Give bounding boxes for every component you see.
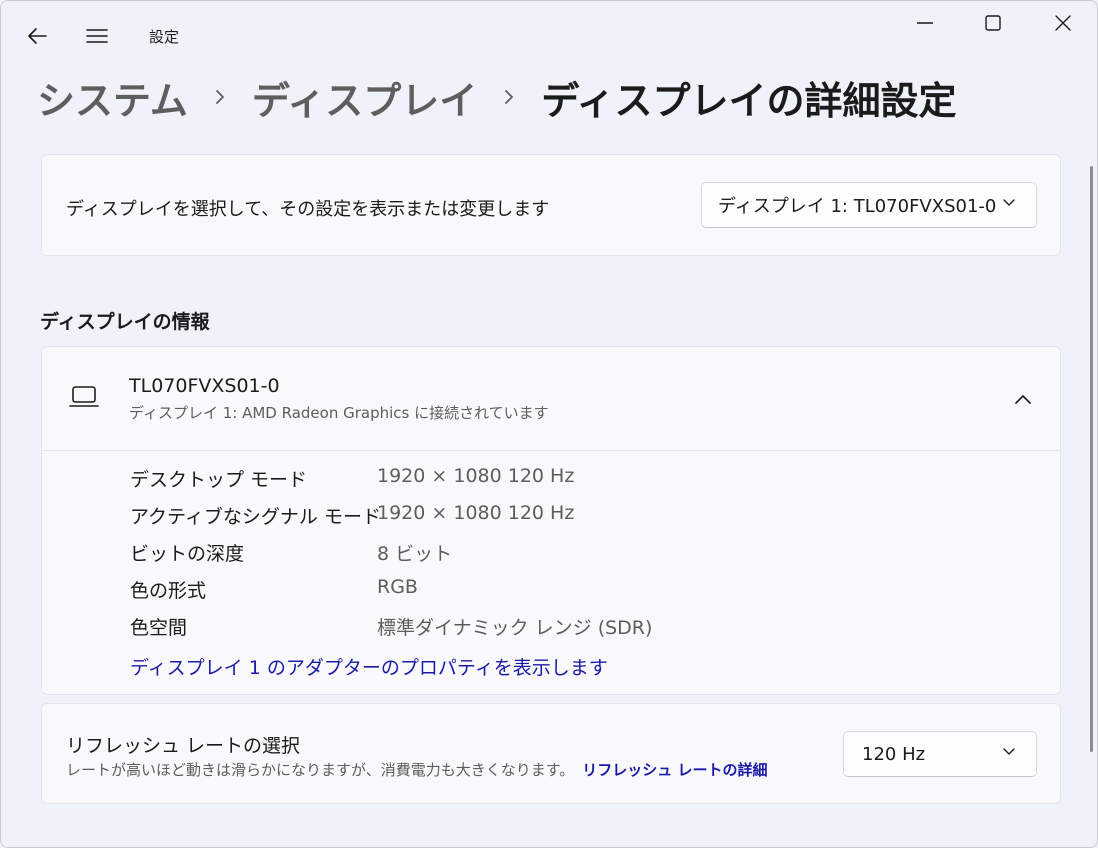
info-row-value: 8 ビット [377,543,453,565]
refresh-rate-title: リフレッシュ レートの選択 [66,735,301,757]
adapter-properties-link[interactable]: ディスプレイ 1 のアダプターのプロパティを表示します [130,653,608,680]
app-title: 設定 [149,28,180,46]
display-connection: ディスプレイ 1: AMD Radeon Graphics に接続されています [129,404,549,422]
vertical-scrollbar[interactable] [1090,166,1093,752]
chevron-right-icon [188,88,252,106]
breadcrumb-display[interactable]: ディスプレイ [252,70,477,125]
navigation-menu-button[interactable] [79,19,115,53]
refresh-rate-description: レートが高いほど動きは滑らかになりますが、消費電力も大きくなります。 リフレッシュ… [66,759,767,780]
minimize-button[interactable] [891,1,959,45]
laptop-icon [69,386,99,407]
display-name: TL070FVXS01-0 [129,375,280,397]
chevron-down-icon [1003,199,1015,206]
info-row: アクティブなシグナル モード 1920 × 1080 120 Hz [130,502,1030,532]
display-select-value: ディスプレイ 1: TL070FVXS01-0 [718,196,997,217]
refresh-rate-dropdown[interactable]: 120 Hz [843,731,1037,777]
display-select-dropdown[interactable]: ディスプレイ 1: TL070FVXS01-0 [701,182,1037,228]
maximize-icon [985,15,1001,31]
info-row-label: 色の形式 [130,580,207,602]
minimize-icon [917,22,933,24]
hamburger-icon [86,29,108,43]
info-row-label: ビットの深度 [130,543,245,565]
refresh-rate-value: 120 Hz [862,743,926,765]
close-icon [1055,15,1071,31]
info-row: 色の形式 RGB [130,576,1030,606]
breadcrumb-system[interactable]: システム [37,70,188,125]
page-title: ディスプレイの詳細設定 [541,78,957,123]
back-button[interactable] [19,19,55,53]
refresh-rate-details-link[interactable]: リフレッシュ レートの詳細 [582,761,767,779]
info-row-value: 標準ダイナミック レンジ (SDR) [377,617,653,639]
info-row-value: 1920 × 1080 120 Hz [377,502,575,524]
collapse-button[interactable] [1006,383,1040,415]
info-row: ビットの深度 8 ビット [130,539,1030,569]
refresh-rate-card: リフレッシュ レートの選択 レートが高いほど動きは滑らかになりますが、消費電力も… [41,703,1061,804]
maximize-button[interactable] [959,1,1027,45]
display-select-card: ディスプレイを選択して、その設定を表示または変更します ディスプレイ 1: TL… [41,154,1061,256]
close-button[interactable] [1029,1,1097,45]
info-row-label: アクティブなシグナル モード [130,506,381,528]
breadcrumb: システム ディスプレイ ディスプレイの詳細設定 [37,69,957,125]
chevron-down-icon [1003,748,1015,755]
display-info-header[interactable]: TL070FVXS01-0 ディスプレイ 1: AMD Radeon Graph… [42,347,1060,451]
display-select-description: ディスプレイを選択して、その設定を表示または変更します [66,199,550,220]
info-row: 色空間 標準ダイナミック レンジ (SDR) [130,613,1030,643]
display-info-card: TL070FVXS01-0 ディスプレイ 1: AMD Radeon Graph… [41,346,1061,695]
info-row-value: RGB [377,576,418,598]
settings-window: 設定 システム ディスプレイ ディスプレイの詳細設定 ディスプレイを選択して、そ… [0,0,1098,848]
info-row-label: デスクトップ モード [130,469,308,491]
info-row-label: 色空間 [130,617,188,639]
back-arrow-icon [28,28,47,44]
refresh-rate-description-text: レートが高いほど動きは滑らかになりますが、消費電力も大きくなります。 [66,761,575,779]
info-row: デスクトップ モード 1920 × 1080 120 Hz [130,465,1030,495]
info-row-value: 1920 × 1080 120 Hz [377,465,575,487]
display-info-section-title: ディスプレイの情報 [40,311,210,333]
chevron-up-icon [1015,395,1031,404]
chevron-right-icon [477,88,541,106]
